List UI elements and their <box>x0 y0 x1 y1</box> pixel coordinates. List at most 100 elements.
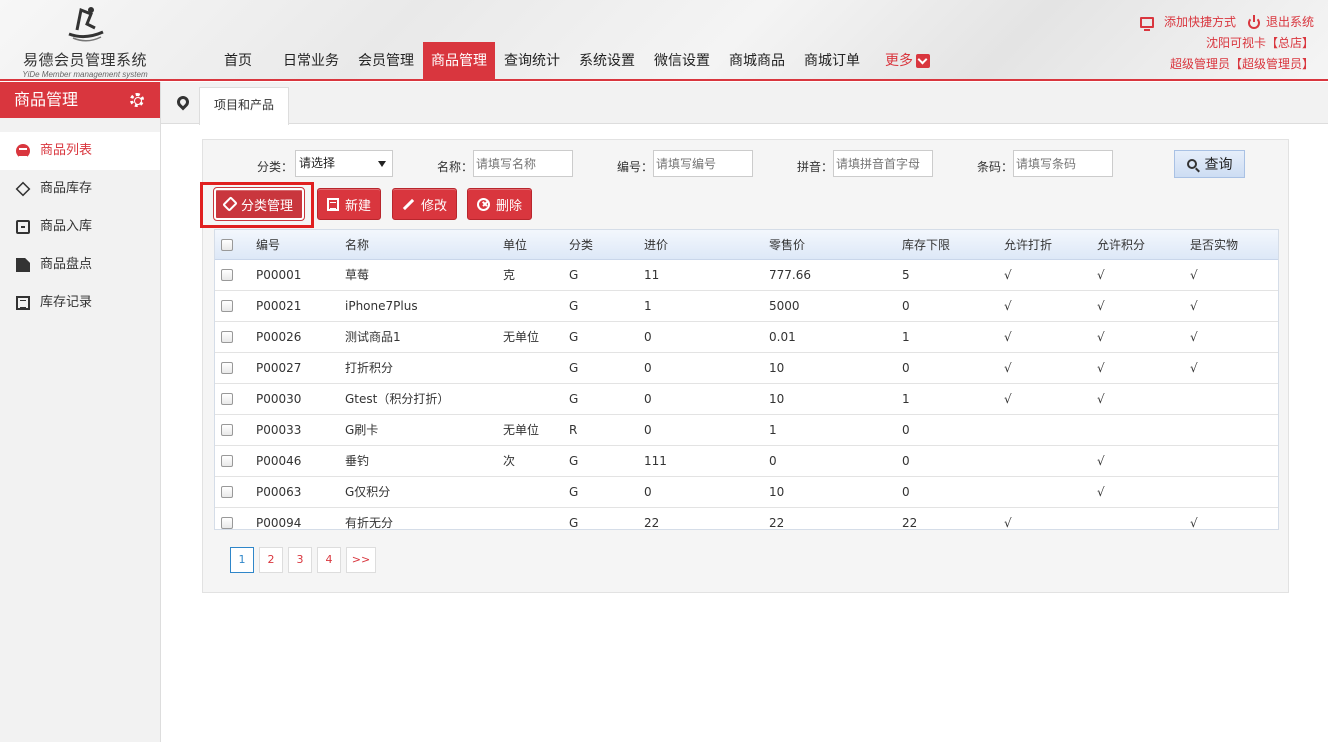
header-is-physical[interactable]: 是否实物 <box>1190 230 1238 260</box>
cell-code: P00094 <box>256 516 302 530</box>
sidebar-item-label: 库存记录 <box>40 295 93 310</box>
page-3-button[interactable]: 3 <box>288 547 312 573</box>
table-row[interactable]: P00046 垂钓 次 G 111 0 0 √ <box>215 446 1278 477</box>
dropbox-icon <box>15 181 31 197</box>
category-manage-button[interactable]: 分类管理 <box>212 187 306 221</box>
row-checkbox[interactable] <box>221 300 233 312</box>
tab-items-and-products[interactable]: 项目和产品 <box>199 87 289 125</box>
nav-wechat-settings[interactable]: 微信设置 <box>646 42 718 80</box>
header-allow-discount[interactable]: 允许打折 <box>1004 230 1052 260</box>
cell-is-physical: √ <box>1190 361 1198 375</box>
table-row[interactable]: P00001 草莓 克 G 11 777.66 5 √ √ √ <box>215 260 1278 291</box>
logo[interactable]: 易德会员管理系统 YiDe Member management system <box>10 4 160 79</box>
table-row[interactable]: P00021 iPhone7Plus G 1 5000 0 √ √ √ <box>215 291 1278 322</box>
row-checkbox[interactable] <box>221 517 233 529</box>
code-input[interactable] <box>653 150 753 177</box>
gear-icon[interactable] <box>130 93 144 107</box>
cell-is-physical: √ <box>1190 299 1198 313</box>
header-category[interactable]: 分类 <box>569 230 593 260</box>
barcode-input[interactable] <box>1013 150 1113 177</box>
new-button[interactable]: 新建 <box>317 188 382 220</box>
cell-purchase-price: 1 <box>644 299 652 313</box>
page-1-button[interactable]: 1 <box>230 547 254 573</box>
select-all-checkbox[interactable] <box>221 239 233 251</box>
chevron-down-icon <box>916 54 930 68</box>
nav-system-settings[interactable]: 系统设置 <box>571 42 643 80</box>
cell-name: iPhone7Plus <box>345 299 418 313</box>
cell-retail-price: 1 <box>769 423 777 437</box>
header-unit[interactable]: 单位 <box>503 230 527 260</box>
query-button[interactable]: 查询 <box>1174 150 1245 178</box>
header-allow-points[interactable]: 允许积分 <box>1097 230 1145 260</box>
tab-bar: 项目和产品 <box>161 82 1328 125</box>
row-checkbox[interactable] <box>221 362 233 374</box>
table-row[interactable]: P00063 G仅积分 G 0 10 0 √ <box>215 477 1278 508</box>
page-2-button[interactable]: 2 <box>259 547 283 573</box>
nav-home[interactable]: 首页 <box>216 42 260 80</box>
user-panel: 添加快捷方式 退出系统 沈阳可视卡【总店】 超级管理员【超级管理员】 <box>1139 12 1314 75</box>
cell-is-physical: √ <box>1190 330 1198 344</box>
next-page-button[interactable]: >> <box>346 547 376 573</box>
add-shortcut-link[interactable]: 添加快捷方式 <box>1139 12 1236 33</box>
table-row[interactable]: P00026 测试商品1 无单位 G 0 0.01 1 √ √ √ <box>215 322 1278 353</box>
cell-retail-price: 0.01 <box>769 330 796 344</box>
logout-label: 退出系统 <box>1265 15 1314 29</box>
header-stock-min[interactable]: 库存下限 <box>902 230 950 260</box>
row-checkbox[interactable] <box>221 424 233 436</box>
nav-query-statistics[interactable]: 查询统计 <box>496 42 568 80</box>
sidebar-item-product-inventory-check[interactable]: 商品盘点 <box>0 246 160 284</box>
table-row[interactable]: P00033 G刷卡 无单位 R 0 1 0 <box>215 415 1278 446</box>
sidebar-item-product-list[interactable]: 商品列表 <box>0 132 160 170</box>
barcode-label: 条码： <box>977 160 1014 174</box>
nav-more[interactable]: 更多 <box>877 42 938 80</box>
category-select[interactable]: 请选择 <box>295 150 393 177</box>
cell-category: R <box>569 423 578 437</box>
delete-button[interactable]: 删除 <box>467 188 533 220</box>
table-row[interactable]: P00030 Gtest（积分打折） G 0 10 1 √ √ <box>215 384 1278 415</box>
cell-purchase-price: 0 <box>644 330 652 344</box>
current-user[interactable]: 超级管理员【超级管理员】 <box>1140 54 1314 75</box>
header-purchase-price[interactable]: 进价 <box>644 230 668 260</box>
page-4-button[interactable]: 4 <box>317 547 341 573</box>
cell-stock-min: 0 <box>902 423 910 437</box>
nav-mall-orders[interactable]: 商城订单 <box>796 42 868 80</box>
logout-link[interactable]: 退出系统 <box>1247 12 1314 33</box>
table-row[interactable]: P00094 有折无分 G 22 22 22 √ √ <box>215 508 1278 530</box>
cell-code: P00063 <box>256 485 302 499</box>
tag-icon <box>222 196 238 212</box>
row-checkbox[interactable] <box>221 455 233 467</box>
cell-category: G <box>569 299 579 313</box>
edit-button[interactable]: 修改 <box>392 188 458 220</box>
add-shortcut-label: 添加快捷方式 <box>1163 15 1236 29</box>
header-name[interactable]: 名称 <box>345 230 369 260</box>
nav-more-label: 更多 <box>885 53 913 69</box>
cell-category: G <box>569 330 579 344</box>
nav-mall-products[interactable]: 商城商品 <box>721 42 793 80</box>
sidebar-item-product-stock[interactable]: 商品库存 <box>0 170 160 208</box>
cell-purchase-price: 0 <box>644 485 652 499</box>
sidebar: 商品管理 商品列表 商品库存 商品入库 商品盘点 库存记录 <box>0 82 161 742</box>
cell-code: P00027 <box>256 361 302 375</box>
row-checkbox[interactable] <box>221 269 233 281</box>
search-icon <box>1186 159 1197 169</box>
pinyin-input[interactable] <box>833 150 933 177</box>
row-checkbox[interactable] <box>221 393 233 405</box>
header-retail-price[interactable]: 零售价 <box>769 230 805 260</box>
table-body: P00001 草莓克 G 11 777.66 5 √ √ √ P00021 iPhone7Plus G… <box>215 260 1278 530</box>
cell-unit: 克 <box>503 268 516 282</box>
nav-member-management[interactable]: 会员管理 <box>350 42 422 80</box>
header: 易德会员管理系统 YiDe Member management system 首… <box>0 0 1328 81</box>
cell-category: G <box>569 361 579 375</box>
header-code[interactable]: 编号 <box>256 230 280 260</box>
nav-daily-business[interactable]: 日常业务 <box>275 42 347 80</box>
nav-product-management[interactable]: 商品管理 <box>423 42 495 80</box>
table-row[interactable]: P00027 打折积分 G 0 10 0 √ √ √ <box>215 353 1278 384</box>
sidebar-item-product-inbound[interactable]: 商品入库 <box>0 208 160 246</box>
sidebar-item-stock-records[interactable]: 库存记录 <box>0 284 160 322</box>
cell-code: P00021 <box>256 299 302 313</box>
cell-purchase-price: 22 <box>644 516 660 530</box>
row-checkbox[interactable] <box>221 331 233 343</box>
name-input[interactable] <box>473 150 573 177</box>
store-name[interactable]: 沈阳可视卡【总店】 <box>1140 33 1314 54</box>
row-checkbox[interactable] <box>221 486 233 498</box>
